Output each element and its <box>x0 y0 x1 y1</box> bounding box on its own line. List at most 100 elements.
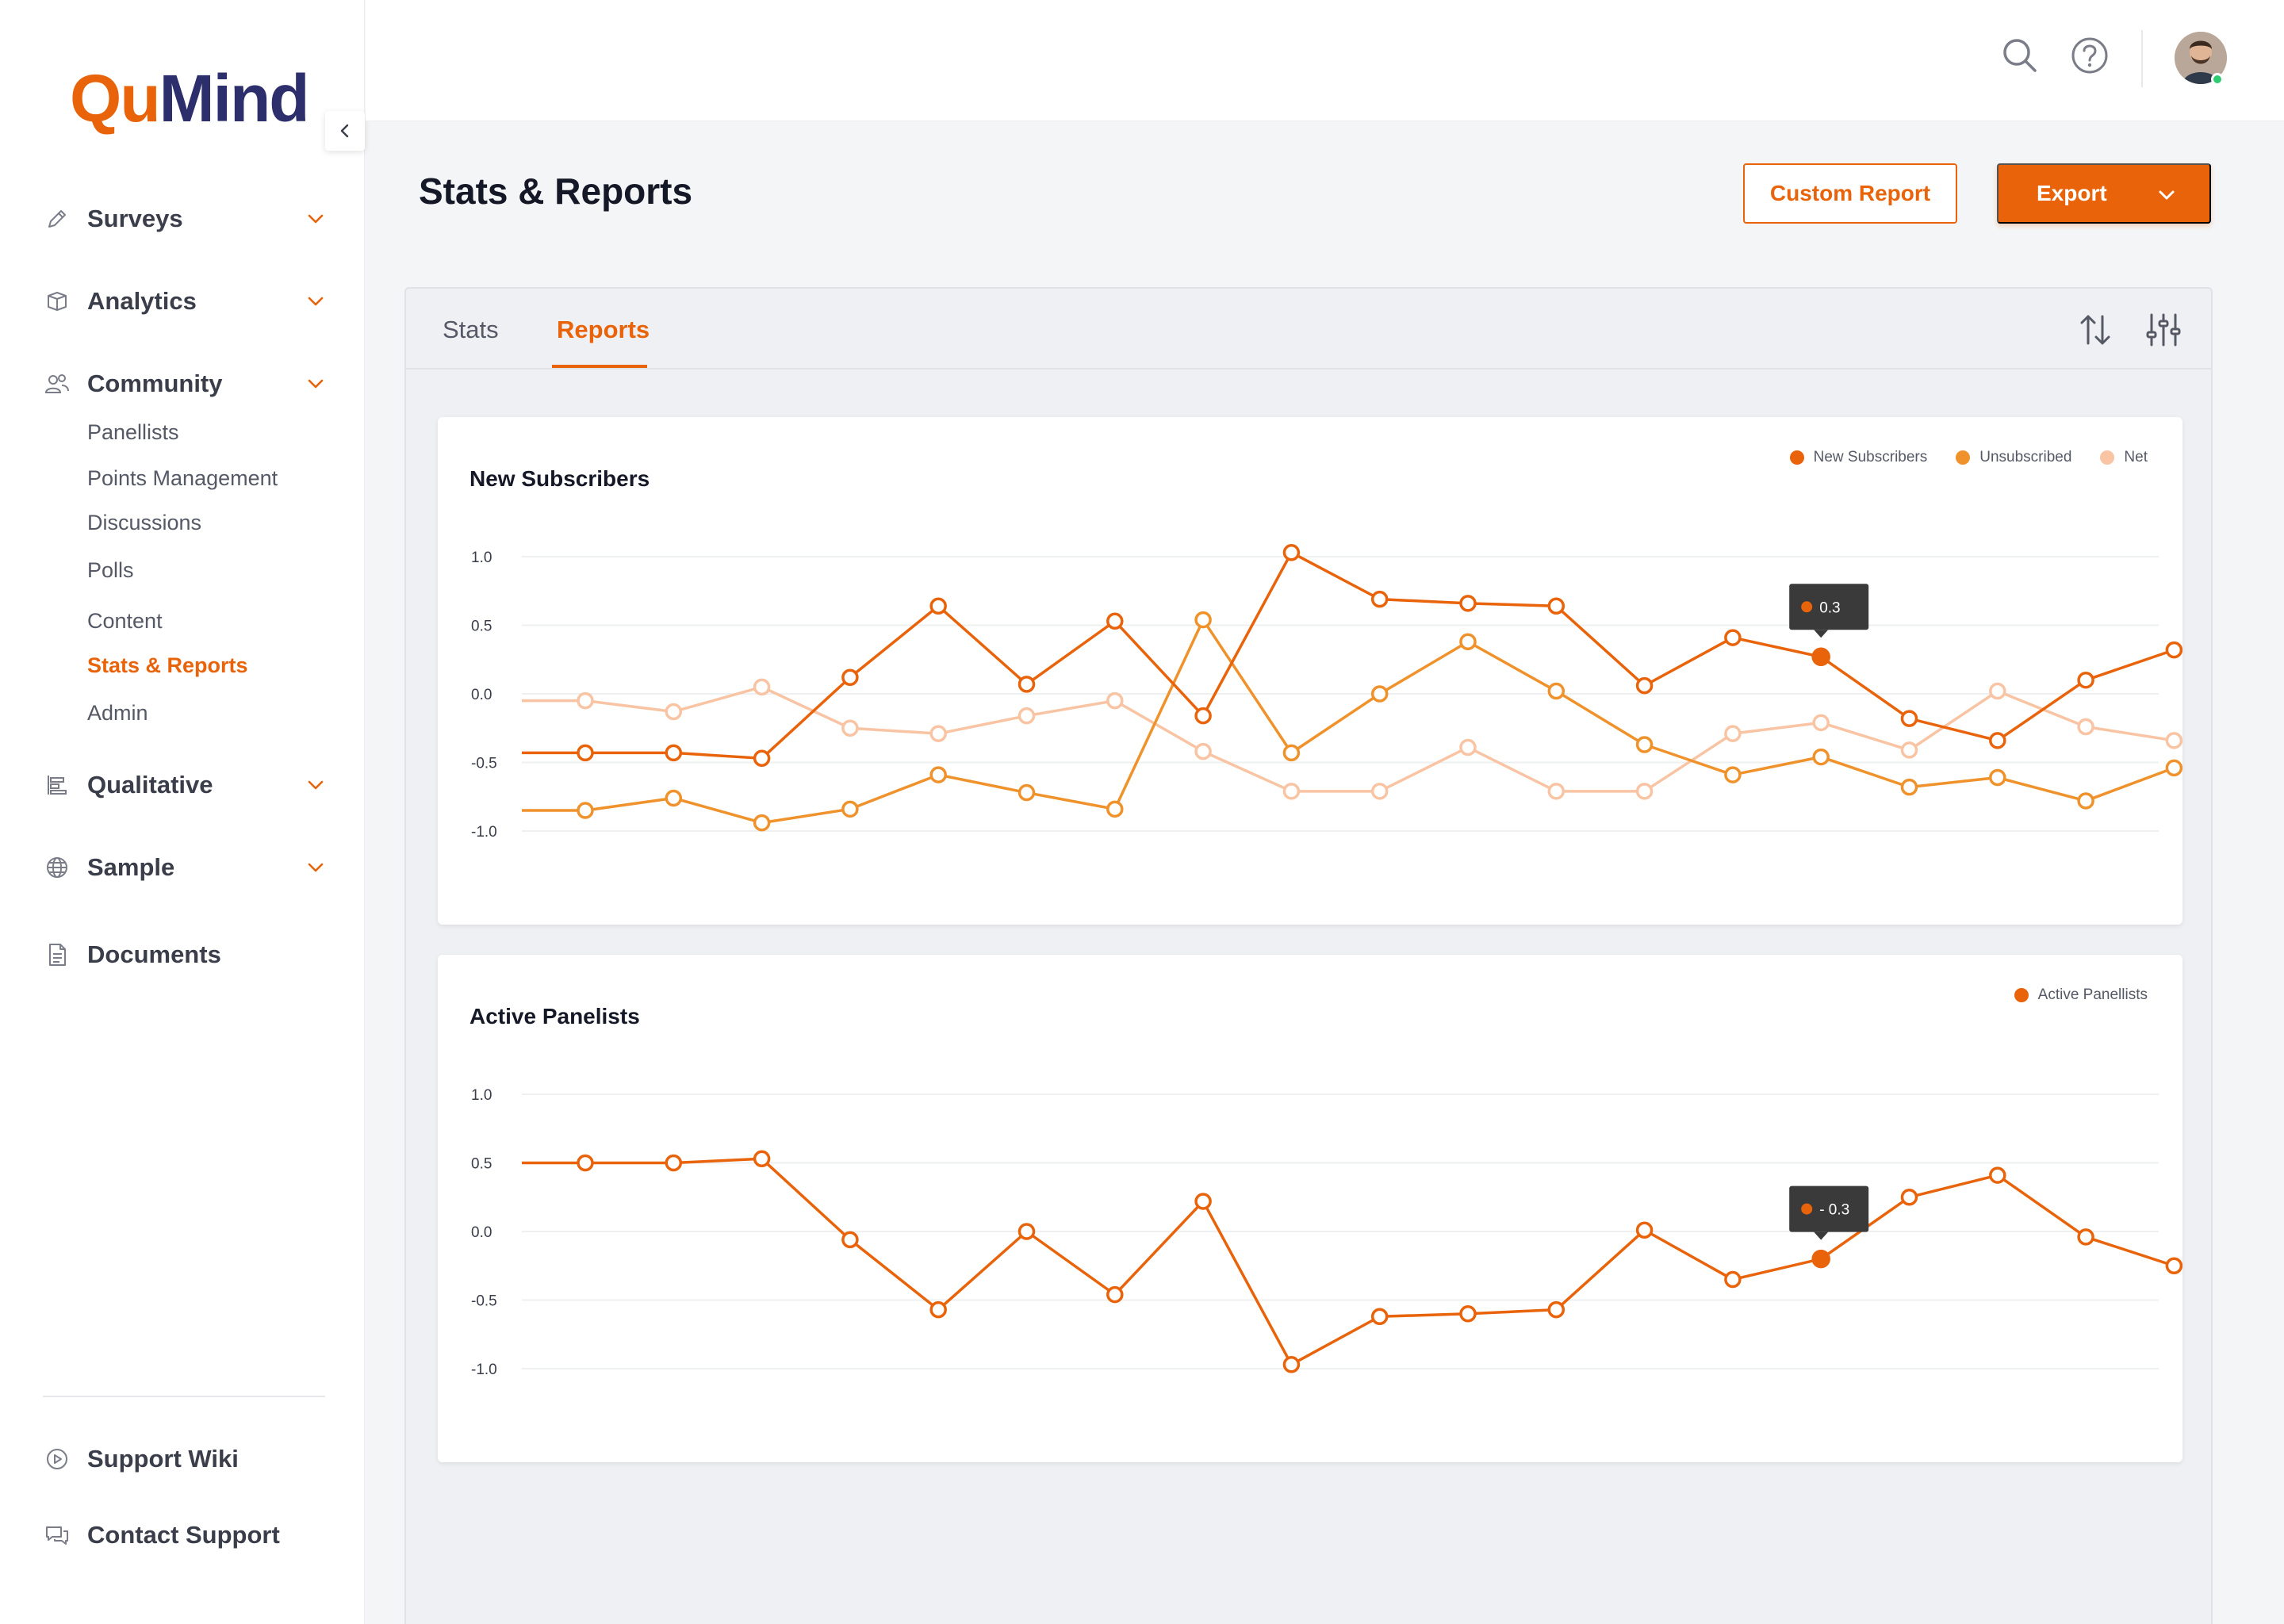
header-divider <box>2141 30 2143 87</box>
filter-sliders-icon[interactable] <box>2143 309 2184 350</box>
sidebar-item-sample[interactable]: Sample <box>43 844 328 891</box>
line-chart-active-panelists[interactable]: 1.0 0.5 0.0 -0.5 -1.0 - 0.3 <box>438 955 2182 1462</box>
users-icon <box>43 370 71 398</box>
data-point <box>753 749 771 768</box>
cube-icon <box>43 287 71 316</box>
data-point <box>1194 707 1212 725</box>
sidebar-item-support-wiki[interactable]: Support Wiki <box>43 1435 328 1483</box>
help-icon[interactable] <box>2067 33 2112 78</box>
data-point <box>2077 671 2094 689</box>
custom-report-button[interactable]: Custom Report <box>1743 163 1957 224</box>
logo-part-mind: Mind <box>159 61 310 136</box>
data-point <box>1812 748 1830 766</box>
sidebar-item-label: Support Wiki <box>87 1445 239 1473</box>
sidebar: QuMind Surveys Analytics Community Panel… <box>0 0 365 1624</box>
online-status-indicator <box>2211 73 2224 86</box>
data-point <box>929 766 947 783</box>
export-button[interactable]: Export <box>1997 163 2211 224</box>
tooltip-dot <box>1801 1203 1813 1215</box>
data-point <box>1017 676 1036 693</box>
data-point <box>1194 611 1212 629</box>
sidebar-subitem-discussions[interactable]: Discussions <box>87 511 201 535</box>
chevron-down-icon[interactable] <box>303 855 328 880</box>
data-point <box>1811 1249 1830 1269</box>
data-point <box>1459 1305 1477 1323</box>
chevron-down-icon[interactable] <box>303 371 328 396</box>
y-tick-label: 0.5 <box>471 619 492 635</box>
y-tick-label: 1.0 <box>471 1087 492 1104</box>
top-bar <box>366 0 2284 121</box>
sidebar-item-label: Qualitative <box>87 771 213 799</box>
sort-icon[interactable] <box>2075 309 2116 350</box>
sidebar-subitem-points-management[interactable]: Points Management <box>87 466 278 491</box>
sidebar-subitem-admin[interactable]: Admin <box>87 701 148 726</box>
tooltip-value: 0.3 <box>1819 599 1840 616</box>
series-line <box>522 551 2175 760</box>
data-point <box>1459 738 1477 756</box>
data-point <box>1989 768 2006 787</box>
sidebar-subitem-content[interactable]: Content <box>87 609 163 634</box>
qumind-logo[interactable]: QuMind <box>70 65 310 132</box>
data-point <box>1370 590 1389 608</box>
play-circle-icon <box>43 1445 71 1473</box>
line-chart-new-subscribers[interactable]: 1.0 0.5 0.0 -0.5 -1.0 0.3 <box>438 417 2182 925</box>
chevron-down-icon[interactable] <box>303 289 328 314</box>
data-point <box>841 800 859 818</box>
tab-stats[interactable]: Stats <box>443 316 499 344</box>
data-point <box>1017 783 1036 802</box>
sidebar-item-surveys[interactable]: Surveys <box>43 195 328 243</box>
y-tick-label: 0.5 <box>471 1156 492 1173</box>
chevron-down-icon[interactable] <box>2156 184 2178 206</box>
tooltip-dot <box>1801 601 1813 613</box>
sidebar-subitem-polls[interactable]: Polls <box>87 558 134 583</box>
chevron-down-icon[interactable] <box>303 772 328 798</box>
data-point <box>841 1231 859 1249</box>
document-icon <box>43 940 71 969</box>
data-point <box>1282 544 1301 561</box>
data-point <box>1900 778 1918 796</box>
data-point <box>1724 725 1742 742</box>
chevron-left-icon <box>340 124 349 138</box>
tooltip-pointer <box>1814 1231 1829 1240</box>
data-point <box>753 814 771 832</box>
sidebar-subitem-panellists[interactable]: Panellists <box>87 420 179 445</box>
bars-icon <box>43 771 71 799</box>
data-point <box>1724 766 1742 783</box>
data-point <box>1635 783 1654 800</box>
data-point <box>1194 1193 1212 1210</box>
data-point <box>2077 718 2094 736</box>
chart-card-active-panelists: Active Panelists Active Panellists 1.0 0.… <box>438 955 2182 1462</box>
data-point <box>2165 759 2182 777</box>
data-point <box>929 725 947 742</box>
data-point <box>1017 707 1036 725</box>
collapse-sidebar-button[interactable] <box>325 111 365 151</box>
sidebar-subitem-stats-reports[interactable]: Stats & Reports <box>87 653 248 678</box>
page-title: Stats & Reports <box>419 170 693 212</box>
data-point <box>1017 1223 1036 1240</box>
sidebar-item-analytics[interactable]: Analytics <box>43 278 328 325</box>
sidebar-item-qualitative[interactable]: Qualitative <box>43 761 328 809</box>
chat-icon <box>43 1521 71 1549</box>
y-tick-label: -1.0 <box>471 824 497 841</box>
data-point <box>2165 641 2182 659</box>
data-point <box>2165 732 2182 749</box>
search-icon[interactable] <box>1998 33 2042 78</box>
data-point <box>1106 1285 1124 1304</box>
data-point <box>2165 1257 2182 1274</box>
globe-icon <box>43 853 71 882</box>
data-point <box>577 1154 594 1172</box>
chevron-down-icon[interactable] <box>303 206 328 232</box>
y-tick-label: 0.0 <box>471 1224 492 1241</box>
data-point <box>1282 1356 1301 1373</box>
sidebar-item-label: Sample <box>87 853 175 881</box>
sidebar-item-community[interactable]: Community <box>43 360 328 408</box>
data-point <box>1459 595 1477 612</box>
tooltip-pointer <box>1814 630 1829 638</box>
series-line <box>522 685 2175 793</box>
sidebar-item-contact-support[interactable]: Contact Support <box>43 1511 328 1559</box>
tab-reports[interactable]: Reports <box>557 316 650 344</box>
export-button-label: Export <box>2037 181 2107 205</box>
sidebar-item-documents[interactable]: Documents <box>43 931 328 979</box>
data-point <box>1635 1221 1654 1239</box>
data-point <box>1989 682 2006 700</box>
